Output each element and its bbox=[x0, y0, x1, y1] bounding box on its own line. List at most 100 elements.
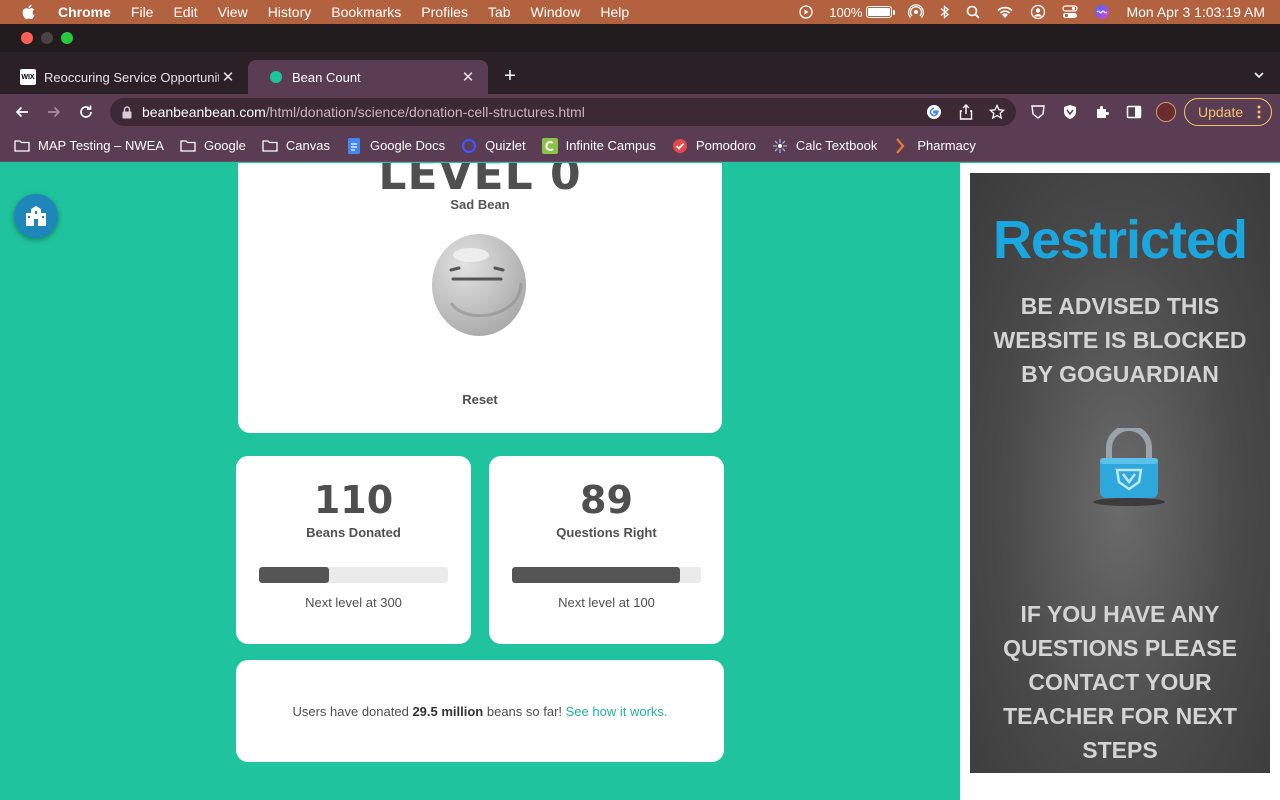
bookmark-label: Google bbox=[203, 138, 246, 153]
url-text: beanbeanbean.com/html/donation/science/d… bbox=[142, 104, 585, 120]
forward-arrow-icon[interactable] bbox=[44, 102, 64, 122]
vpn-shield-icon[interactable] bbox=[1030, 104, 1046, 120]
total-prefix: Users have donated bbox=[292, 704, 413, 719]
bookmark-label: Calc Textbook bbox=[795, 138, 878, 153]
bookmark-label: Quizlet bbox=[485, 138, 526, 153]
bookmark-pharmacy[interactable]: Pharmacy bbox=[893, 137, 976, 154]
docs-icon bbox=[346, 137, 362, 154]
tab-search-chevron-icon[interactable] bbox=[1252, 68, 1266, 82]
bluetooth-icon[interactable] bbox=[940, 4, 950, 20]
menu-help[interactable]: Help bbox=[600, 4, 629, 20]
user-account-icon[interactable] bbox=[1030, 4, 1046, 20]
new-tab-button[interactable]: + bbox=[500, 65, 520, 87]
airdrop-icon[interactable] bbox=[908, 4, 925, 20]
update-button[interactable]: Update bbox=[1184, 98, 1272, 126]
beans-progress-bar bbox=[259, 567, 448, 583]
bookmark-map-testing[interactable]: MAP Testing – NWEA bbox=[14, 138, 164, 154]
bean-favicon-icon bbox=[268, 69, 284, 85]
lock-icon[interactable] bbox=[120, 105, 134, 119]
window-titlebar bbox=[0, 24, 1280, 52]
campus-icon bbox=[541, 137, 558, 154]
menubar-clock[interactable]: Mon Apr 3 1:03:19 AM bbox=[1126, 4, 1265, 20]
bookmarks-bar: MAP Testing – NWEA Google Canvas Google … bbox=[0, 130, 1280, 162]
spotlight-search-icon[interactable] bbox=[966, 5, 981, 19]
pharmacy-icon bbox=[893, 137, 909, 154]
bookmark-label: Pharmacy bbox=[917, 138, 976, 153]
menu-window[interactable]: Window bbox=[531, 4, 581, 20]
menu-app-name[interactable]: Chrome bbox=[58, 4, 111, 20]
share-icon[interactable] bbox=[958, 104, 974, 120]
bookmark-star-icon[interactable] bbox=[989, 104, 1005, 120]
folder-icon bbox=[262, 138, 278, 154]
sad-bean-icon bbox=[432, 234, 526, 336]
address-bar[interactable]: beanbeanbean.com/html/donation/science/d… bbox=[110, 98, 1016, 126]
siri-icon[interactable] bbox=[1094, 4, 1110, 20]
goguardian-shield-icon[interactable] bbox=[1062, 104, 1078, 120]
control-center-icon[interactable] bbox=[1062, 5, 1079, 19]
tab-close-icon[interactable]: ✕ bbox=[460, 69, 476, 86]
google-lens-icon[interactable] bbox=[926, 104, 942, 120]
extensions-puzzle-icon[interactable] bbox=[1094, 104, 1110, 120]
beans-donated-label: Beans Donated bbox=[306, 525, 401, 540]
bookmark-pomodoro[interactable]: Pomodoro bbox=[672, 138, 756, 154]
update-label: Update bbox=[1198, 104, 1244, 120]
menu-bookmarks[interactable]: Bookmarks bbox=[331, 4, 401, 20]
tab-close-icon[interactable]: ✕ bbox=[220, 69, 236, 86]
battery-percent: 100% bbox=[829, 4, 863, 20]
restricted-block-panel: Restricted BE ADVISED THIS WEBSITE IS BL… bbox=[970, 173, 1270, 773]
menu-profiles[interactable]: Profiles bbox=[421, 4, 468, 20]
total-amount: 29.5 million bbox=[412, 704, 484, 719]
tab-title: Bean Count bbox=[292, 69, 361, 85]
profile-avatar[interactable] bbox=[1156, 102, 1176, 122]
tab-bean-count[interactable]: Bean Count ✕ bbox=[248, 60, 488, 94]
battery-icon bbox=[866, 6, 896, 18]
total-suffix: beans so far! bbox=[483, 704, 566, 719]
level-card: LEVEL 0 Sad Bean Reset bbox=[238, 163, 722, 433]
bookmark-calc-textbook[interactable]: Calc Textbook bbox=[772, 138, 877, 154]
school-building-button[interactable] bbox=[14, 194, 58, 238]
reload-icon[interactable] bbox=[76, 102, 96, 122]
calc-icon bbox=[772, 138, 788, 154]
bookmark-infinite-campus[interactable]: Infinite Campus bbox=[541, 137, 656, 154]
questions-right-value: 89 bbox=[580, 478, 633, 522]
questions-right-card: 89 Questions Right Next level at 100 bbox=[489, 456, 724, 644]
reset-button[interactable]: Reset bbox=[238, 392, 722, 407]
tab-title: Reoccuring Service Opportunit bbox=[44, 69, 219, 85]
battery-status[interactable]: 100% bbox=[829, 4, 896, 20]
restricted-ad-area: Restricted BE ADVISED THIS WEBSITE IS BL… bbox=[960, 163, 1280, 800]
bookmark-canvas[interactable]: Canvas bbox=[262, 138, 330, 154]
tab-reoccuring-service[interactable]: WIX Reoccuring Service Opportunit ✕ bbox=[0, 60, 248, 94]
bookmark-label: Infinite Campus bbox=[565, 138, 656, 153]
bookmark-quizlet[interactable]: Quizlet bbox=[461, 138, 526, 154]
wifi-icon[interactable] bbox=[996, 5, 1014, 19]
menu-edit[interactable]: Edit bbox=[173, 4, 197, 20]
url-host: beanbeanbean.com bbox=[142, 104, 266, 120]
page-viewport: LEVEL 0 Sad Bean Reset 110 Beans Donated… bbox=[0, 163, 1280, 800]
bookmark-google-docs[interactable]: Google Docs bbox=[346, 137, 446, 154]
beans-progress-fill bbox=[259, 567, 329, 583]
check-icon bbox=[672, 138, 688, 154]
apple-icon[interactable] bbox=[20, 4, 36, 20]
menu-file[interactable]: File bbox=[131, 4, 154, 20]
back-arrow-icon[interactable] bbox=[12, 102, 32, 122]
tab-strip: WIX Reoccuring Service Opportunit ✕ Bean… bbox=[0, 52, 1280, 94]
bookmark-google[interactable]: Google bbox=[180, 138, 246, 154]
restricted-title: Restricted bbox=[992, 210, 1248, 270]
questions-next-level: Next level at 100 bbox=[558, 595, 655, 610]
see-how-it-works-link[interactable]: See how it works. bbox=[566, 704, 668, 719]
window-close-button[interactable] bbox=[21, 32, 33, 44]
bookmark-label: Google Docs bbox=[369, 138, 446, 153]
bookmark-label: Pomodoro bbox=[695, 138, 756, 153]
folder-icon bbox=[180, 138, 196, 154]
more-menu-icon[interactable] bbox=[1257, 105, 1261, 119]
restricted-contact: IF YOU HAVE ANY QUESTIONS PLEASE CONTACT… bbox=[1003, 601, 1237, 763]
window-zoom-button[interactable] bbox=[61, 32, 73, 44]
menu-tab[interactable]: Tab bbox=[488, 4, 511, 20]
restricted-advisory: BE ADVISED THIS WEBSITE IS BLOCKED BY GO… bbox=[993, 293, 1247, 387]
menu-history[interactable]: History bbox=[268, 4, 312, 20]
window-minimize-button[interactable] bbox=[41, 32, 53, 44]
side-panel-icon[interactable] bbox=[1126, 104, 1142, 120]
play-icon[interactable] bbox=[799, 5, 813, 19]
menu-view[interactable]: View bbox=[218, 4, 248, 20]
total-donations-card: Users have donated 29.5 million beans so… bbox=[236, 660, 724, 762]
